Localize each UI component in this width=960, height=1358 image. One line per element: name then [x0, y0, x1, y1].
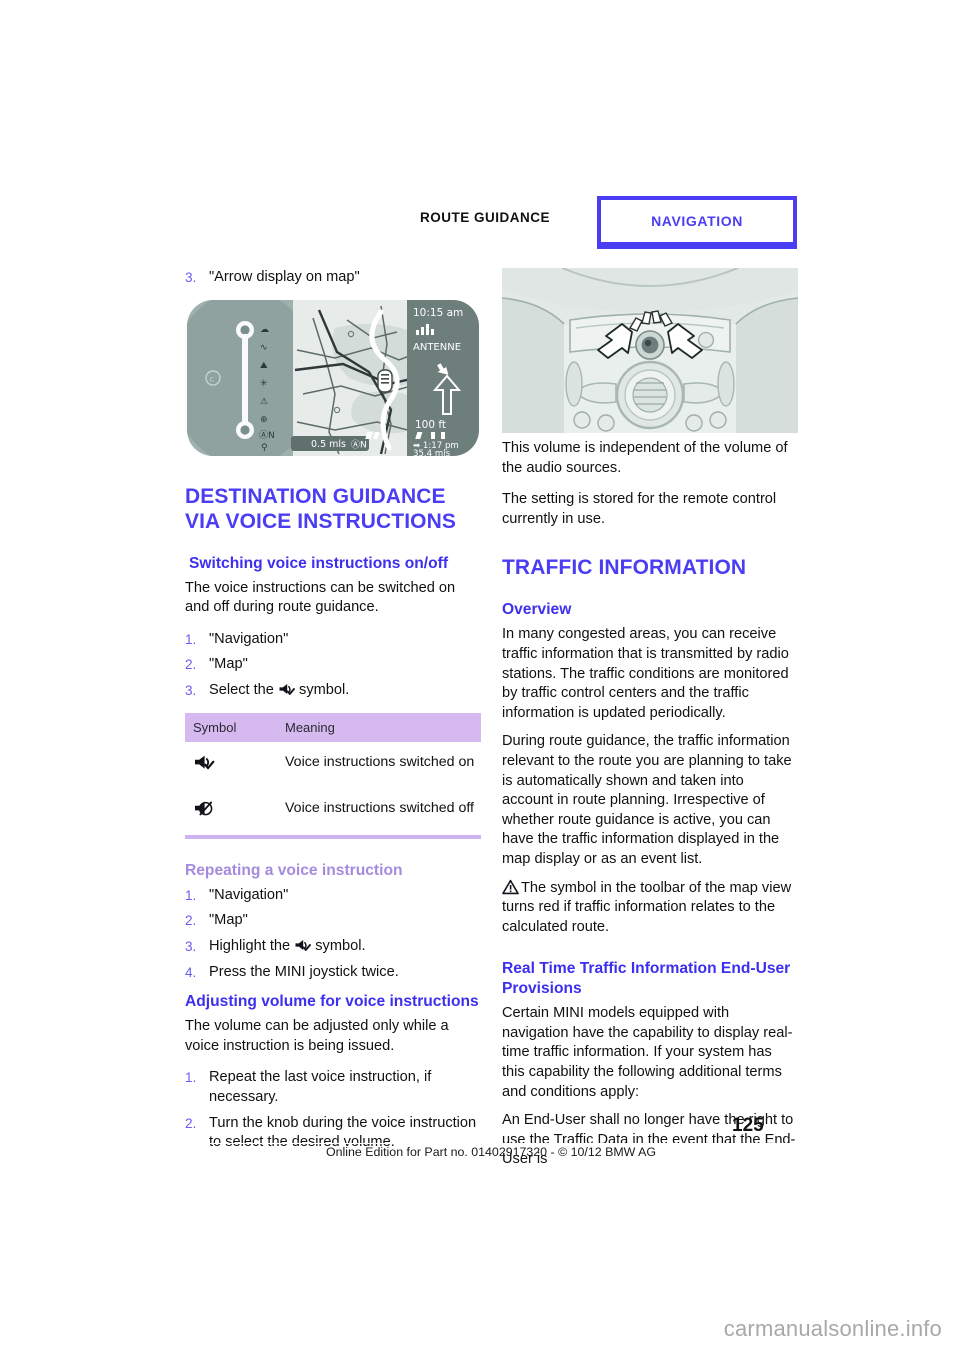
- steps-switching-voice-instructions: 1. "Navigation" 2. "Map" 3. Select the s…: [185, 630, 481, 701]
- header-section-label: ROUTE GUIDANCE: [419, 210, 550, 225]
- left-column: 3. "Arrow display on map" ☁ ∿ ⛰ ✳ ⚠ ⊕ ⒶN…: [185, 268, 481, 1163]
- step-number: 3.: [185, 270, 197, 285]
- svg-text:⛰: ⛰: [260, 361, 268, 371]
- svg-text:⚲: ⚲: [261, 443, 268, 453]
- paragraph-overview-note: The symbol in the toolbar of the map vie…: [502, 879, 798, 938]
- svg-text:⚠: ⚠: [260, 397, 268, 407]
- step-number: 3.: [185, 682, 197, 698]
- svg-text:0.5 mls: 0.5 mls: [311, 439, 346, 450]
- table-head: Symbol Meaning: [185, 712, 481, 742]
- svg-text:∿: ∿: [260, 343, 268, 353]
- list-item: 4. Press the MINI joystick twice.: [185, 963, 481, 983]
- symbol-meaning-table: Symbol Meaning Voice instructions switch…: [185, 712, 481, 839]
- cell-symbol: [185, 741, 271, 789]
- step-number: 1.: [185, 1070, 197, 1086]
- list-item: 2. "Map": [185, 911, 481, 931]
- svg-text:✳: ✳: [260, 379, 268, 389]
- step-number: 4.: [185, 964, 197, 980]
- step-text: Repeat the last voice instruction, if ne…: [209, 1069, 432, 1105]
- step-number: 1.: [185, 631, 197, 647]
- heading-repeating-voice-instruction: Repeating a voice instruction: [185, 861, 403, 879]
- svg-text:☁: ☁: [260, 325, 269, 335]
- speaker-off-icon: [195, 801, 213, 816]
- list-item: 3. Highlight the symbol.: [185, 937, 481, 957]
- svg-text:ⒶN: ⒶN: [351, 439, 367, 450]
- step-number: 2.: [185, 913, 197, 929]
- step-number: 3.: [185, 938, 197, 954]
- figure-navigation-map: ☁ ∿ ⛰ ✳ ⚠ ⊕ ⒶN ⚲ c 0.5 mls ⒶN 10:15 am A…: [185, 297, 481, 458]
- cell-symbol: [185, 788, 271, 839]
- continued-step-list: 3. "Arrow display on map": [185, 268, 481, 288]
- list-item: 2. "Map": [185, 655, 481, 675]
- steps-repeating-voice-instruction: 1. "Navigation" 2. "Map" 3. Highlight th…: [185, 886, 481, 982]
- step-text-post: symbol.: [311, 937, 366, 954]
- header-chapter-tab-inner: NAVIGATION: [601, 200, 793, 242]
- column-header-meaning: Meaning: [271, 712, 481, 742]
- right-column: This volume is independent of the volume…: [502, 268, 798, 1182]
- step-text: "Arrow display on map": [209, 269, 360, 285]
- step-number: 2.: [185, 1115, 197, 1131]
- table-header-row: Symbol Meaning: [185, 712, 481, 742]
- svg-text:c: c: [210, 374, 214, 383]
- table-row: Voice instructions switched off: [185, 788, 481, 839]
- list-item: 1. "Navigation": [185, 630, 481, 650]
- cell-meaning: Voice instructions switched on: [271, 741, 481, 789]
- step-number: 1.: [185, 887, 197, 903]
- paragraph-volume-independent: This volume is independent of the volume…: [502, 440, 788, 476]
- speaker-on-icon: [195, 755, 215, 769]
- step-text-pre: Select the: [209, 681, 278, 698]
- svg-text:⊕: ⊕: [260, 415, 268, 425]
- heading-adjusting-volume: Adjusting volume for voice instructions: [185, 993, 479, 1011]
- manual-page: ROUTE GUIDANCE NAVIGATION 3. "Arrow disp…: [0, 0, 960, 1358]
- list-item: 1. Repeat the last voice instruction, if…: [185, 1068, 481, 1107]
- heading-overview: Overview: [502, 601, 572, 619]
- navigation-map-screen-icon: ☁ ∿ ⛰ ✳ ⚠ ⊕ ⒶN ⚲ c 0.5 mls ⒶN 10:15 am A…: [185, 297, 481, 458]
- svg-text:100 ft: 100 ft: [415, 419, 446, 431]
- page-title-traffic-information: TRAFFIC INFORMATION: [502, 556, 747, 580]
- step-text: "Navigation": [209, 630, 289, 647]
- step-text: "Navigation": [209, 886, 289, 903]
- svg-text:10:15 am: 10:15 am: [413, 307, 463, 319]
- column-header-symbol: Symbol: [185, 712, 271, 742]
- paragraph-provisions-1: Certain MINI models equipped with naviga…: [502, 1005, 793, 1100]
- running-header: ROUTE GUIDANCE NAVIGATION: [0, 196, 960, 258]
- center-console-volume-knob-icon: [502, 268, 798, 433]
- speaker-on-icon: [295, 939, 312, 951]
- paragraph-setting-stored: The setting is stored for the remote con…: [502, 491, 777, 527]
- paragraph-switching-intro: The voice instructions can be switched o…: [185, 579, 456, 616]
- heading-real-time-traffic-provisions: Real Time Traffic Information End-User P…: [502, 960, 791, 998]
- paragraph-overview-1: In many congested areas, you can receive…: [502, 626, 789, 721]
- list-item: 3. Select the symbol.: [185, 681, 481, 701]
- header-chapter-label: NAVIGATION: [651, 213, 743, 229]
- page-title-destination-guidance: DESTINATION GUIDANCE VIA VOICE INSTRUCTI…: [185, 484, 456, 533]
- svg-text:ANTENNE: ANTENNE: [413, 342, 461, 353]
- figure-center-console: [502, 268, 798, 433]
- steps-adjusting-volume: 1. Repeat the last voice instruction, if…: [185, 1068, 481, 1152]
- heading-switching-voice-instructions: Switching voice instructions on/off: [189, 554, 449, 572]
- footer-edition-note: Online Edition for Part no. 01402917320 …: [325, 1145, 657, 1159]
- svg-text:ⒶN: ⒶN: [259, 430, 275, 441]
- list-item: 1. "Navigation": [185, 886, 481, 906]
- header-chapter-tab: NAVIGATION: [597, 196, 797, 249]
- step-text: "Map": [209, 656, 248, 673]
- step-text: "Map": [209, 912, 248, 929]
- step-text: Press the MINI joystick twice.: [209, 963, 399, 980]
- step-number: 2.: [185, 657, 197, 673]
- list-item: 3. "Arrow display on map": [185, 268, 481, 288]
- step-text-post: symbol.: [294, 681, 350, 698]
- site-watermark: carmanualsonline.info: [723, 1316, 942, 1341]
- table-row: Voice instructions switched on: [185, 741, 481, 789]
- page-number: 125: [732, 1115, 764, 1136]
- cell-meaning: Voice instructions switched off: [271, 788, 481, 839]
- speaker-on-icon: [279, 683, 295, 695]
- table-body: Voice instructions switched on Voice ins…: [185, 741, 481, 839]
- paragraph-adjusting-volume-intro: The volume can be adjusted only while a …: [185, 1018, 449, 1054]
- step-text-pre: Highlight the: [209, 937, 295, 954]
- note-text: The symbol in the toolbar of the map vie…: [502, 879, 792, 935]
- warning-triangle-icon: [502, 879, 519, 894]
- paragraph-overview-2: During route guidance, the traffic infor…: [502, 733, 792, 867]
